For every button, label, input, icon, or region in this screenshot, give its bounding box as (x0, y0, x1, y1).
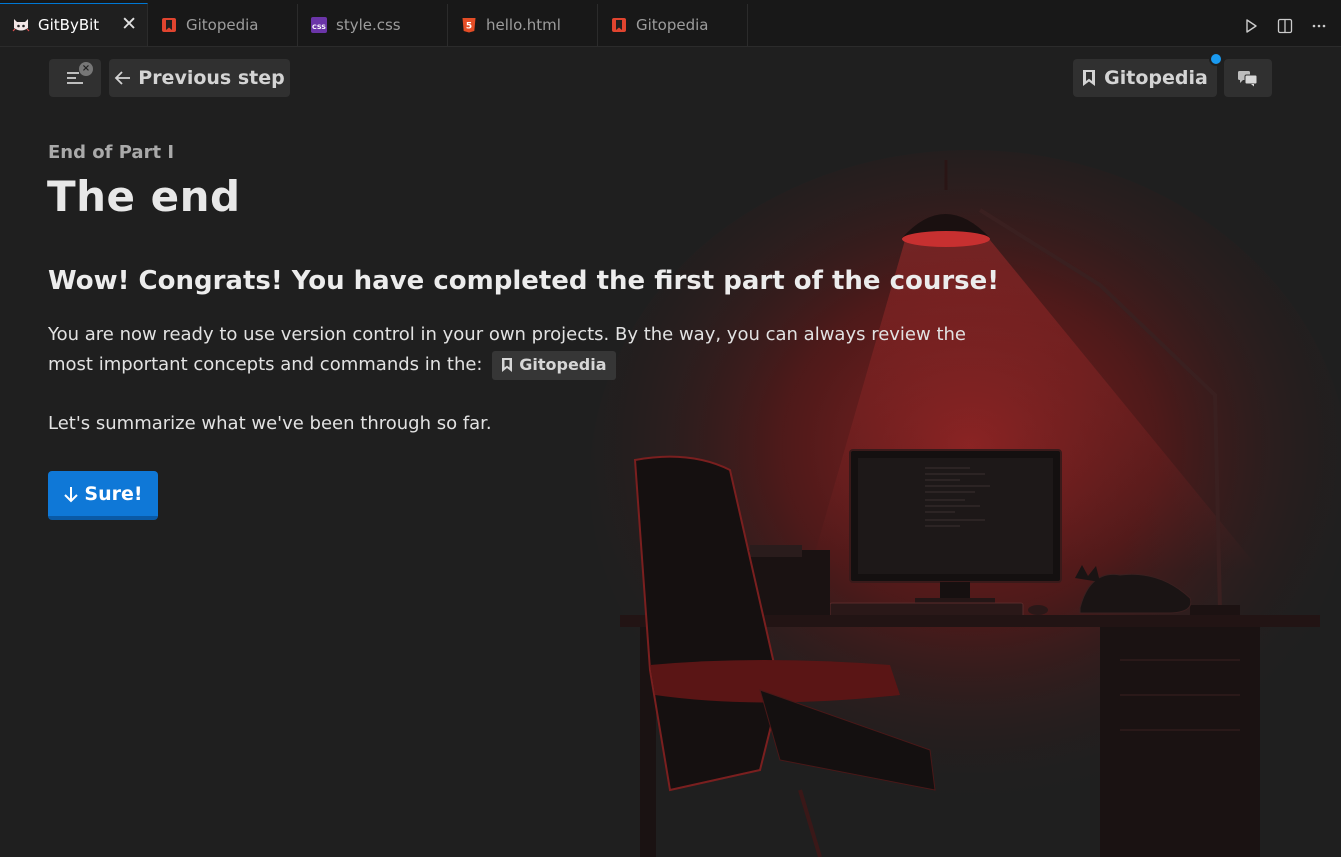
more-actions-icon[interactable] (1311, 18, 1327, 34)
split-editor-icon[interactable] (1277, 18, 1293, 34)
svg-text:CSS: CSS (312, 23, 326, 31)
gitopedia-inline-link[interactable]: Gitopedia (492, 350, 616, 380)
tab-gitbybit[interactable]: GitByBit ✕ (0, 3, 148, 46)
gitopedia-label: Gitopedia (1104, 67, 1208, 89)
gitopedia-button[interactable]: Gitopedia (1073, 59, 1217, 97)
chat-icon (1238, 71, 1258, 87)
bookmark-icon (160, 16, 178, 34)
part-label: End of Part I (48, 142, 175, 163)
arrow-down-icon (64, 486, 79, 502)
tab-gitopedia[interactable]: Gitopedia (148, 4, 298, 46)
previous-step-label: Previous step (138, 67, 285, 89)
html5-icon: 5 (460, 16, 478, 34)
congrats-heading: Wow! Congrats! You have completed the fi… (48, 266, 1000, 296)
desk-illustration (590, 150, 1341, 857)
sure-button[interactable]: Sure! (48, 471, 158, 520)
close-badge-icon[interactable]: × (79, 62, 93, 76)
bookmark-icon (1083, 70, 1096, 86)
chat-button[interactable] (1224, 59, 1272, 97)
bookmark-icon (502, 358, 513, 372)
tab-hello-html[interactable]: 5 hello.html (448, 4, 598, 46)
previous-step-button[interactable]: Previous step (109, 59, 290, 97)
bookmark-icon (610, 16, 628, 34)
editor-tab-bar: GitByBit ✕ Gitopedia CSS style.css 5 hel… (0, 0, 1341, 47)
toc-menu-button[interactable]: × (49, 59, 101, 97)
tab-label: hello.html (486, 16, 561, 34)
run-icon[interactable] (1243, 18, 1259, 34)
arrow-left-icon (114, 71, 131, 85)
tab-label: GitByBit (38, 16, 100, 34)
notification-dot (1209, 52, 1223, 66)
intro-paragraph: You are now ready to use version control… (48, 320, 1008, 380)
cat-icon (12, 16, 30, 34)
tab-style-css[interactable]: CSS style.css (298, 4, 448, 46)
tab-label: style.css (336, 16, 401, 34)
close-icon[interactable]: ✕ (121, 15, 137, 34)
inline-link-label: Gitopedia (519, 355, 607, 374)
css-icon: CSS (310, 16, 328, 34)
summary-paragraph: Let's summarize what we've been through … (48, 413, 492, 434)
tab-label: Gitopedia (186, 16, 259, 34)
tab-label: Gitopedia (636, 16, 709, 34)
svg-text:5: 5 (466, 22, 472, 32)
tab-gitopedia-2[interactable]: Gitopedia (598, 4, 748, 46)
page-title: The end (47, 172, 241, 221)
editor-actions (1243, 18, 1327, 34)
sure-label: Sure! (84, 482, 143, 505)
